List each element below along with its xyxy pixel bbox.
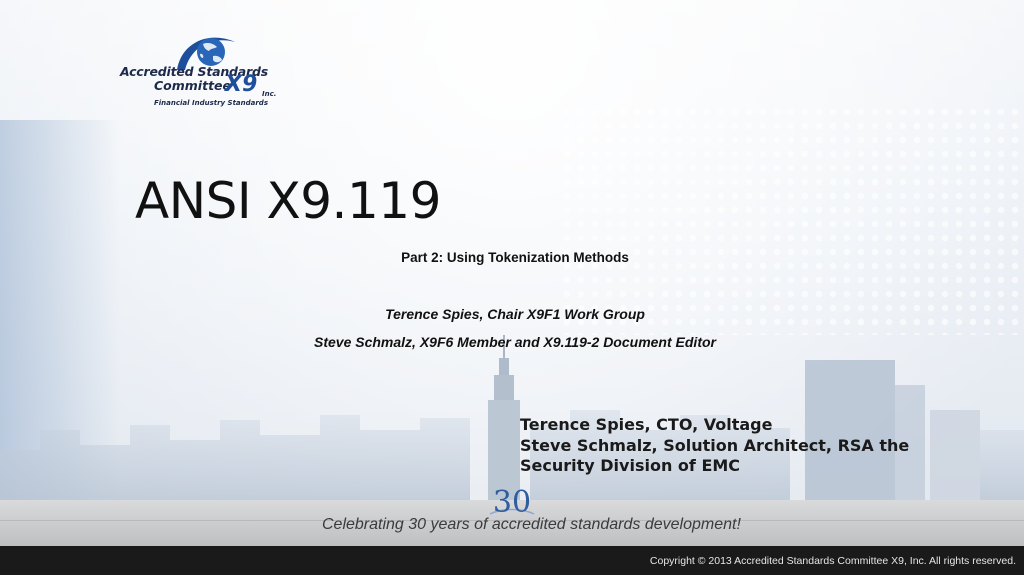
author-line-2: Steve Schmalz, X9F6 Member and X9.119-2 … <box>314 334 716 350</box>
slide-subtitle: Part 2: Using Tokenization Methods <box>401 250 629 265</box>
anniversary-number: 30 <box>493 485 531 520</box>
logo-inc: Inc. <box>262 90 277 98</box>
footer-bar: Copyright © 2013 Accredited Standards Co… <box>0 546 1024 575</box>
slide-title: ANSI X9.119 <box>135 172 441 230</box>
copyright-text: Copyright © 2013 Accredited Standards Co… <box>649 555 1016 567</box>
asc-x9-logo: Accredited Standards Committee X9 Inc. F… <box>118 28 283 113</box>
speaker-2: Steve Schmalz, Solution Architect, RSA t… <box>520 435 910 476</box>
speaker-1: Terence Spies, CTO, Voltage <box>520 415 773 434</box>
logo-mark: X9 <box>225 72 258 97</box>
logo-line2: Committee <box>154 78 232 93</box>
thirty-anniversary-mark-icon: 30 <box>489 485 535 520</box>
logo-tagline: Financial Industry Standards <box>154 99 268 107</box>
banner-tagline: Celebrating 30 years of accredited stand… <box>322 516 741 533</box>
speaker-list: Terence Spies, CTO, Voltage Steve Schmal… <box>520 415 980 477</box>
world-map-dots <box>560 105 1020 335</box>
author-line-1: Terence Spies, Chair X9F1 Work Group <box>385 306 645 322</box>
